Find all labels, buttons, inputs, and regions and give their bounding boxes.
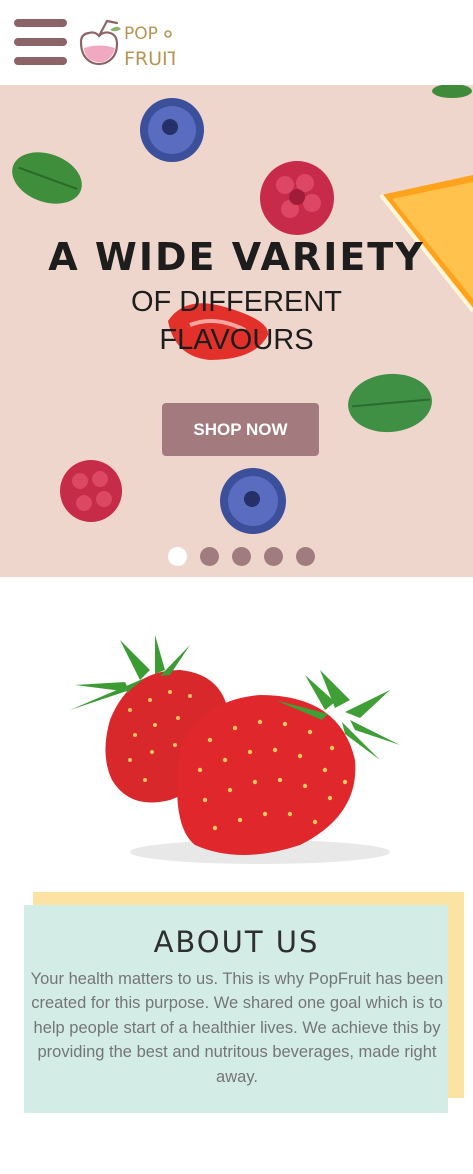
hero-subtitle-line1: OF DIFFERENT [130, 286, 343, 318]
top-header: POP FRUIT [0, 0, 473, 85]
carousel-dot-2[interactable] [200, 547, 219, 566]
hamburger-menu-icon[interactable] [14, 19, 67, 65]
about-title: ABOUT US [153, 925, 320, 959]
mint-leaf-icon [432, 85, 472, 98]
strawberries-image [70, 635, 400, 864]
popfruit-logo[interactable]: POP FRUIT [77, 16, 175, 72]
carousel-dot-1[interactable] [168, 547, 187, 566]
carousel-indicators [168, 547, 315, 567]
mint-leaf-icon [348, 373, 432, 433]
blueberry-icon [220, 468, 286, 534]
raspberry-icon [260, 161, 334, 235]
hero-subtitle-line2: FLAVOURS [159, 324, 314, 356]
carousel-dot-5[interactable] [296, 547, 315, 566]
mint-leaf-icon [12, 152, 82, 204]
carousel-dot-4[interactable] [264, 547, 283, 566]
shop-now-button[interactable]: SHOP NOW [162, 403, 319, 456]
hero-title: A WIDE VARIETY [48, 235, 425, 279]
raspberry-icon [60, 460, 122, 522]
svg-text:FRUIT: FRUIT [124, 48, 175, 70]
hero-banner: A WIDE VARIETY OF DIFFERENT FLAVOURS SHO… [0, 85, 473, 577]
svg-text:POP: POP [124, 24, 158, 44]
carousel-dot-3[interactable] [232, 547, 251, 566]
about-text: Your health matters to us. This is why P… [30, 970, 444, 1086]
blueberry-icon [140, 98, 204, 162]
